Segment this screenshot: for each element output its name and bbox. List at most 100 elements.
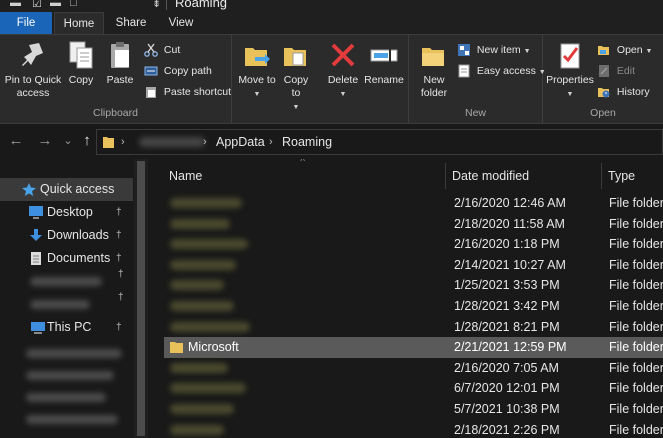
- paste-shortcut-button[interactable]: Paste shortcut: [144, 83, 231, 101]
- back-arrow-icon[interactable]: ←: [6, 131, 26, 151]
- type-cell: File folder: [609, 257, 663, 272]
- breadcrumb-user-redacted[interactable]: [139, 137, 205, 147]
- paste-shortcut-icon: [146, 87, 156, 99]
- address-bar[interactable]: › › AppData › Roaming: [96, 129, 663, 155]
- organize-group: Move to ▼ Copy to ▼ Delete ▼ Rename: [232, 35, 409, 123]
- column-header-type[interactable]: Type: [608, 165, 635, 187]
- pin-icon[interactable]: †: [118, 269, 124, 280]
- ribbon: Pin to Quick access Copy Paste Cut Copy …: [0, 34, 663, 124]
- cut-label: Cut: [163, 44, 181, 57]
- breadcrumb-separator[interactable]: ›: [269, 130, 273, 154]
- date-modified-cell: 2/18/2021 2:26 PM: [454, 422, 560, 437]
- copy-button[interactable]: Copy: [64, 39, 98, 87]
- folder-icon[interactable]: ▬: [10, 0, 21, 9]
- open-caret-icon: ▼: [645, 48, 653, 55]
- undo-quick-icon[interactable]: □: [70, 0, 77, 9]
- pin-to-quick-access-button[interactable]: Pin to Quick access: [2, 39, 64, 100]
- recent-locations-chevron-icon[interactable]: ⌄: [58, 131, 78, 151]
- easy-access-button[interactable]: Easy access ▼: [457, 62, 546, 80]
- nav-item-redacted[interactable]: [30, 277, 102, 286]
- copy-path-button[interactable]: Copy path: [144, 62, 212, 80]
- pin-icon[interactable]: †: [116, 316, 122, 339]
- open-button[interactable]: Open ▼: [597, 41, 652, 59]
- download-icon: [30, 229, 42, 241]
- table-row[interactable]: 2/16/2020 7:05 AM File folder: [164, 358, 663, 379]
- date-modified-cell: 1/28/2021 8:21 PM: [454, 319, 560, 334]
- table-row[interactable]: 2/14/2021 10:27 AM File folder: [164, 255, 663, 276]
- column-divider[interactable]: [445, 163, 446, 189]
- up-arrow-icon[interactable]: ↑: [77, 131, 97, 151]
- nav-pane-scrollbar[interactable]: [134, 159, 148, 438]
- properties-icon: [560, 43, 580, 69]
- file-name-redacted: [170, 198, 242, 208]
- tab-home[interactable]: Home: [54, 12, 104, 34]
- table-row[interactable]: 2/16/2020 12:46 AM File folder: [164, 193, 663, 214]
- pin-icon[interactable]: †: [118, 292, 124, 303]
- customize-quick-access-icon[interactable]: ⇟: [152, 0, 161, 10]
- file-name-redacted: [170, 383, 246, 394]
- table-row[interactable]: 2/16/2020 1:18 PM File folder: [164, 234, 663, 255]
- new-folder-button[interactable]: New folder: [413, 39, 455, 100]
- table-row[interactable]: Microsoft 2/21/2021 12:59 PM File folder: [164, 337, 663, 358]
- nav-item-downloads[interactable]: Downloads †: [0, 224, 133, 247]
- table-row[interactable]: 1/28/2021 8:21 PM File folder: [164, 317, 663, 338]
- column-header-date-modified[interactable]: Date modified: [452, 165, 529, 187]
- sort-indicator-icon: ˄: [300, 159, 306, 164]
- nav-item-redacted[interactable]: [26, 349, 122, 358]
- table-row[interactable]: 2/18/2020 11:58 AM File folder: [164, 214, 663, 235]
- type-cell: File folder: [609, 360, 663, 375]
- pin-to-quick-access-label: Pin to Quick access: [4, 74, 62, 99]
- copy-to-button[interactable]: Copy to ▼: [278, 39, 314, 114]
- history-button[interactable]: History: [597, 83, 650, 101]
- file-name-redacted: [170, 404, 234, 414]
- breadcrumb-appdata[interactable]: AppData: [216, 130, 265, 154]
- star-icon: [22, 183, 36, 196]
- table-row[interactable]: 1/28/2021 3:42 PM File folder: [164, 296, 663, 317]
- properties-quick-icon[interactable]: ☑: [32, 0, 42, 10]
- cut-button[interactable]: Cut: [144, 41, 180, 59]
- type-cell: File folder: [609, 319, 663, 334]
- nav-item-quick-access[interactable]: Quick access: [0, 178, 133, 201]
- new-folder-quick-icon[interactable]: ▬: [50, 0, 61, 9]
- move-to-caret-icon: ▼: [253, 91, 261, 98]
- pin-icon[interactable]: †: [116, 224, 122, 247]
- paste-button[interactable]: Paste: [102, 39, 138, 87]
- table-row[interactable]: 5/7/2021 10:38 PM File folder: [164, 399, 663, 420]
- nav-item-redacted[interactable]: [26, 393, 106, 402]
- nav-item-label: This PC: [47, 320, 92, 334]
- nav-item-documents[interactable]: Documents †: [0, 247, 133, 270]
- edit-button[interactable]: Edit: [597, 62, 635, 80]
- new-item-icon: [458, 44, 470, 57]
- pin-icon[interactable]: †: [116, 201, 122, 224]
- column-header-name[interactable]: Name: [169, 165, 202, 187]
- breadcrumb-separator[interactable]: ›: [203, 130, 207, 154]
- tab-view[interactable]: View: [158, 12, 204, 34]
- pin-icon[interactable]: †: [116, 247, 122, 270]
- breadcrumb-separator[interactable]: ›: [121, 130, 125, 154]
- nav-item-this-pc[interactable]: This PC †: [0, 316, 133, 339]
- breadcrumb-roaming[interactable]: Roaming: [282, 130, 332, 154]
- table-row[interactable]: 1/25/2021 3:53 PM File folder: [164, 275, 663, 296]
- table-row[interactable]: 6/7/2020 12:01 PM File folder: [164, 378, 663, 399]
- move-to-button[interactable]: Move to ▼: [238, 39, 276, 101]
- table-row[interactable]: 2/18/2021 2:26 PM File folder: [164, 420, 663, 438]
- paste-shortcut-label: Paste shortcut: [163, 86, 232, 99]
- nav-item-redacted[interactable]: [26, 371, 114, 380]
- scrollbar-thumb[interactable]: [137, 161, 145, 436]
- nav-item-desktop[interactable]: Desktop †: [0, 201, 133, 224]
- column-divider[interactable]: [601, 163, 602, 189]
- properties-button[interactable]: Properties ▼: [545, 39, 595, 101]
- clipboard-group-label: Clipboard: [93, 107, 138, 119]
- type-cell: File folder: [609, 299, 663, 313]
- copy-to-label: Copy to: [283, 74, 309, 99]
- nav-item-redacted[interactable]: [26, 415, 118, 424]
- forward-arrow-icon[interactable]: →: [35, 131, 55, 151]
- nav-item-redacted[interactable]: [30, 300, 90, 309]
- nav-item-label: Quick access: [40, 182, 115, 196]
- tab-share[interactable]: Share: [108, 12, 154, 34]
- new-item-button[interactable]: New item ▼: [457, 41, 531, 59]
- tab-file[interactable]: File: [0, 12, 52, 34]
- open-group: Properties ▼ Open ▼ Edit History Open: [543, 35, 663, 123]
- rename-button[interactable]: Rename: [364, 39, 404, 87]
- delete-button[interactable]: Delete ▼: [324, 39, 362, 101]
